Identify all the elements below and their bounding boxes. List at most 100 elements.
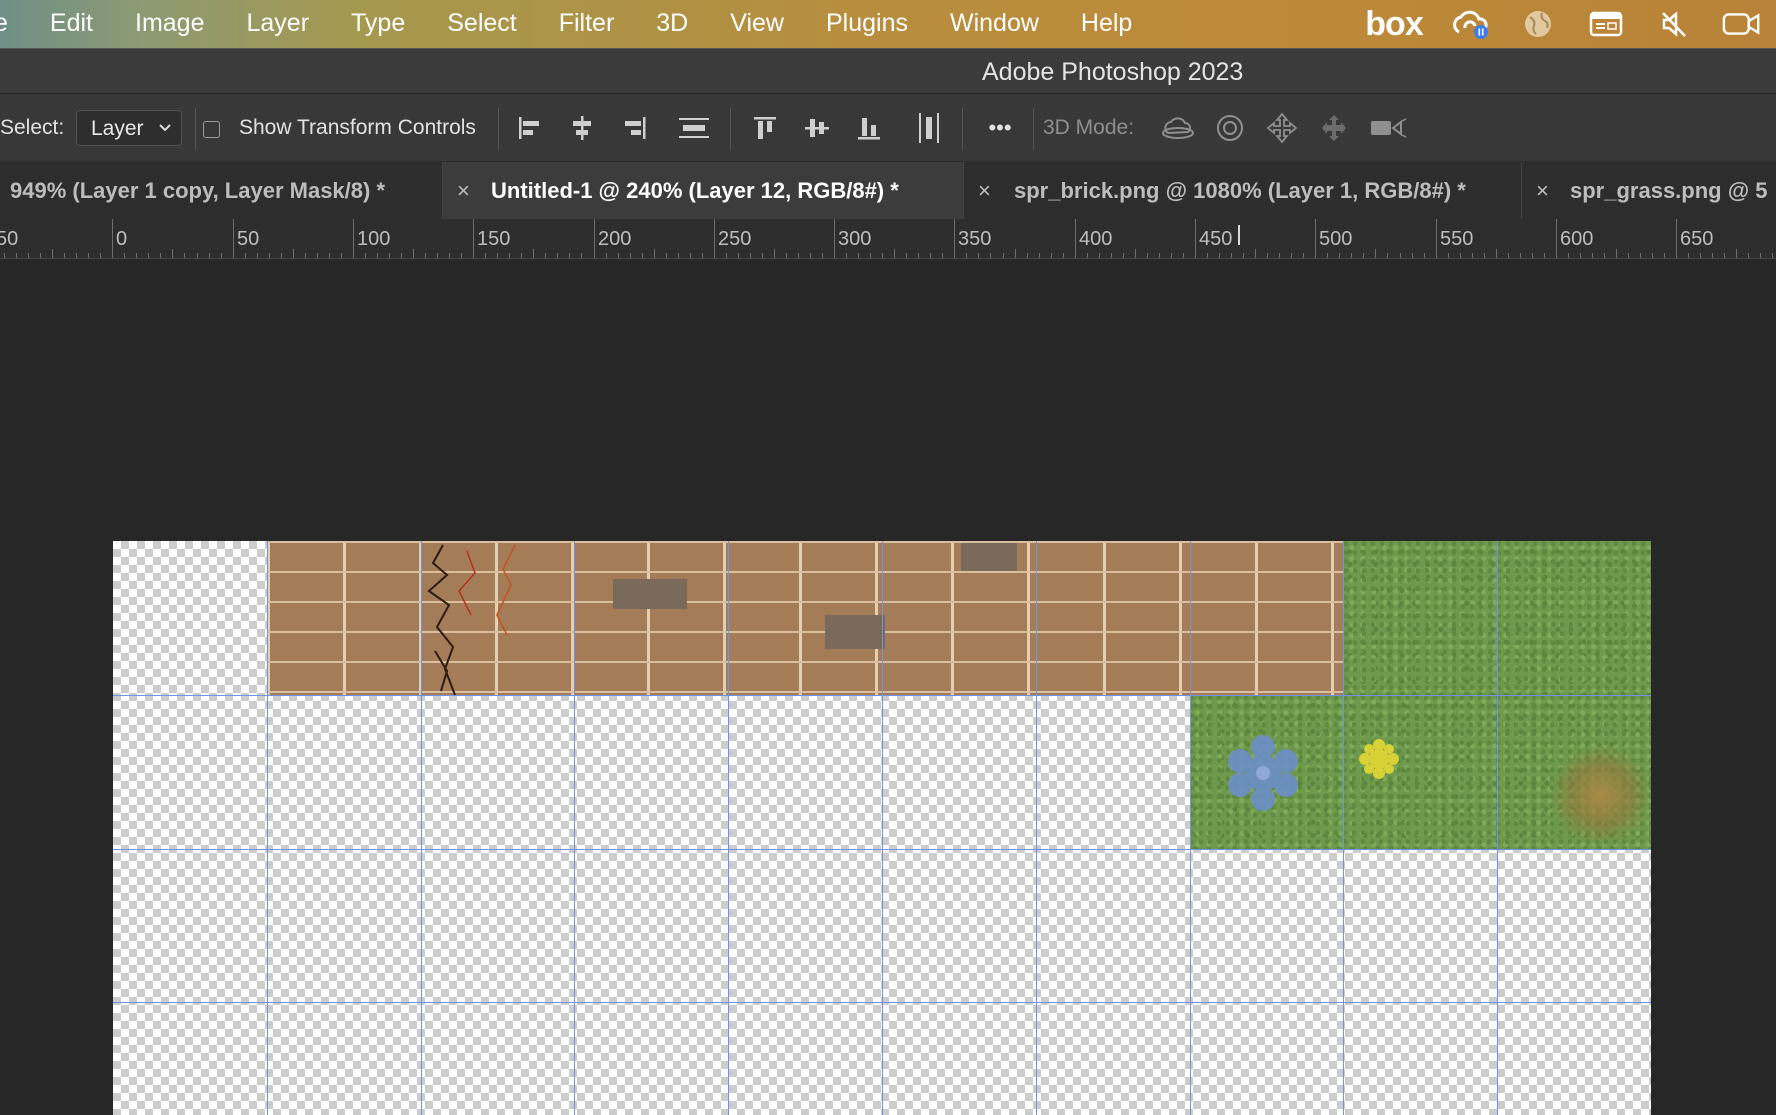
guide-vertical (421, 541, 422, 1115)
box-logo[interactable]: box (1365, 4, 1423, 44)
ruler-label: 650 (1680, 228, 1714, 250)
show-transform-checkbox[interactable] (203, 121, 220, 138)
ruler-minor-tick (774, 249, 775, 258)
3d-slide-icon[interactable] (1316, 110, 1352, 146)
align-top-icon[interactable] (747, 110, 783, 146)
align-vertical-center-icon[interactable] (799, 110, 835, 146)
guide-vertical (574, 541, 575, 1115)
ruler-major-tick (834, 219, 835, 258)
menu-item-filter[interactable]: Filter (538, 0, 636, 48)
ruler-minor-tick (293, 249, 294, 258)
ruler-minor-tick (533, 249, 534, 258)
ruler-label: 150 (477, 228, 511, 250)
distribute-horizontal-icon[interactable] (911, 110, 947, 146)
tab-spr-brick[interactable]: × spr_brick.png @ 1080% (Layer 1, RGB/8#… (964, 162, 1522, 219)
camera-icon[interactable] (1722, 4, 1762, 44)
ruler-label: 400 (1079, 228, 1113, 250)
menu-item-select[interactable]: Select (426, 0, 537, 48)
brick-crack-marks (427, 544, 516, 695)
distribute-vertical-icon[interactable] (676, 110, 712, 146)
close-icon[interactable]: × (1536, 178, 1549, 204)
divider (195, 108, 196, 150)
menu-bar: e Edit Image Layer Type Select Filter 3D… (0, 0, 1776, 48)
ruler-label: 500 (1319, 228, 1353, 250)
show-transform-label: Show Transform Controls (239, 116, 476, 139)
auto-select-dropdown[interactable]: Layer (76, 110, 182, 146)
tab-layer-mask-doc[interactable]: 949% (Layer 1 copy, Layer Mask/8) * (0, 162, 443, 219)
align-left-icon[interactable] (512, 110, 548, 146)
ruler-label: 200 (598, 228, 632, 250)
more-options-button[interactable]: ••• (980, 110, 1020, 146)
ruler-label: 0 (116, 228, 128, 250)
3d-orbit-icon[interactable] (1160, 110, 1196, 146)
close-icon[interactable]: × (457, 178, 470, 204)
app-title-bar: Adobe Photoshop 2023 (0, 48, 1776, 94)
ruler-minor-tick (172, 249, 173, 258)
ruler-label: 250 (718, 228, 752, 250)
ruler-label: 300 (838, 228, 872, 250)
brick-dark-block (825, 615, 885, 649)
guide-vertical (882, 541, 883, 1115)
ruler-minor-tick (1496, 249, 1497, 258)
ruler-major-tick (112, 219, 113, 258)
guide-horizontal (113, 695, 1651, 696)
ruler-label: 450 (1199, 228, 1233, 250)
menu-item-edit-partial[interactable]: e (0, 0, 29, 48)
menu-item-help[interactable]: Help (1060, 0, 1153, 48)
ruler-label: 100 (357, 228, 391, 250)
tab-label: 949% (Layer 1 copy, Layer Mask/8) * (10, 178, 386, 203)
divider (730, 108, 731, 150)
menu-item-window[interactable]: Window (929, 0, 1060, 48)
divider (962, 108, 963, 150)
ruler-label: 50 (237, 228, 260, 250)
mute-icon[interactable] (1654, 4, 1694, 44)
align-right-icon[interactable] (616, 110, 652, 146)
document-canvas[interactable] (113, 541, 1651, 1115)
align-horizontal-center-icon[interactable] (564, 110, 600, 146)
ruler-major-tick (1556, 219, 1557, 258)
ruler-major-tick (1075, 219, 1076, 258)
align-bottom-icon[interactable] (851, 110, 887, 146)
ruler-major-tick (233, 219, 234, 258)
ruler-minor-tick (413, 249, 414, 258)
brick-dark-block (961, 543, 1017, 571)
menu-item-image[interactable]: Image (114, 0, 225, 48)
auto-select-value: Layer (91, 117, 144, 140)
menu-item-layer[interactable]: Layer (225, 0, 330, 48)
yellow-flower-icon (1359, 739, 1399, 779)
options-bar: Select: Layer Show Transform Controls ••… (0, 94, 1776, 162)
ruler-major-tick (1315, 219, 1316, 258)
menu-item-3d[interactable]: 3D (635, 0, 709, 48)
document-tab-bar: 949% (Layer 1 copy, Layer Mask/8) * × Un… (0, 162, 1776, 219)
3d-roll-icon[interactable] (1212, 110, 1248, 146)
menu-item-view[interactable]: View (709, 0, 805, 48)
ruler-minor-tick (894, 249, 895, 258)
3d-pan-icon[interactable] (1264, 110, 1300, 146)
ruler-minor-tick (1015, 249, 1016, 258)
ruler-major-tick (353, 219, 354, 258)
ruler-major-tick (954, 219, 955, 258)
3d-camera-icon[interactable] (1368, 110, 1408, 146)
ruler-minor-tick (1616, 249, 1617, 258)
guide-horizontal (113, 849, 1651, 850)
tab-spr-grass[interactable]: × spr_grass.png @ 5 (1522, 162, 1776, 219)
tab-label: spr_grass.png @ 5 (1570, 178, 1768, 203)
brick-dark-block (613, 579, 687, 609)
tab-untitled-1[interactable]: × Untitled-1 @ 240% (Layer 12, RGB/8#) * (443, 162, 964, 219)
guide-vertical (267, 541, 268, 1115)
close-icon[interactable]: × (978, 178, 991, 204)
menu-item-type[interactable]: Type (330, 0, 426, 48)
menu-item-plugins[interactable]: Plugins (805, 0, 929, 48)
menu-item-edit[interactable]: Edit (29, 0, 114, 48)
horizontal-ruler[interactable]: 5005010015020025030035040045050055060065… (0, 219, 1776, 259)
ruler-minor-tick (1736, 249, 1737, 258)
creative-cloud-icon[interactable] (1450, 4, 1490, 44)
ruler-label: 350 (958, 228, 992, 250)
calendar-icon[interactable] (1586, 4, 1626, 44)
guide-horizontal (113, 1002, 1651, 1003)
blue-flower-icon (1228, 735, 1298, 811)
globe-icon[interactable] (1518, 4, 1558, 44)
ruler-minor-tick (1255, 249, 1256, 258)
divider (498, 108, 499, 150)
ruler-label: 600 (1560, 228, 1594, 250)
